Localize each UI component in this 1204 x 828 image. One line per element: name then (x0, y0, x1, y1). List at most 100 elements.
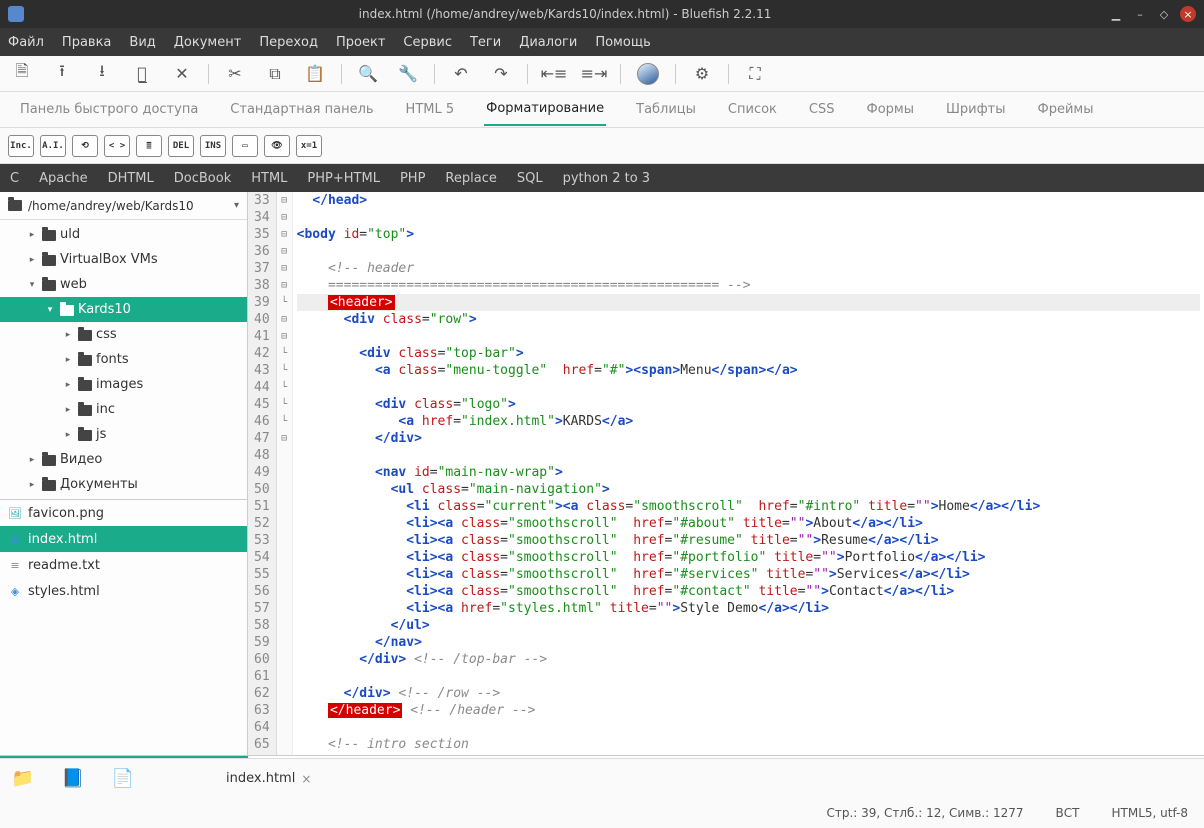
lang-tab[interactable]: DocBook (174, 171, 231, 186)
new-file-icon[interactable]: 🗎 (12, 64, 32, 84)
bookmarks-icon[interactable]: 📘 (62, 768, 84, 790)
lang-tab[interactable]: python 2 to 3 (563, 171, 650, 186)
cut-icon[interactable]: ✂ (225, 64, 245, 84)
menu-Проект[interactable]: Проект (336, 35, 385, 50)
menu-Вид[interactable]: Вид (129, 35, 155, 50)
format-button[interactable]: DEL (168, 135, 194, 157)
file-list: 🖼favicon.png◈index.html≡readme.txt◈style… (0, 499, 247, 604)
folder-tree: ▸uld▸VirtualBox VMs▾web▾Kards10▸css▸font… (0, 220, 247, 499)
lang-tab[interactable]: C (10, 171, 19, 186)
tree-node[interactable]: ▸fonts (0, 347, 247, 372)
format-button[interactable]: ≣ (136, 135, 162, 157)
preferences-icon[interactable]: ⚙ (692, 64, 712, 84)
menu-Помощь[interactable]: Помощь (595, 35, 650, 50)
panel-tab[interactable]: Шрифты (944, 94, 1008, 125)
menu-Правка[interactable]: Правка (62, 35, 111, 50)
save-all-icon[interactable]: ⭳̲ (132, 64, 152, 84)
menu-Теги[interactable]: Теги (470, 35, 501, 50)
search-icon[interactable]: 🔍 (358, 64, 378, 84)
fullscreen-icon[interactable]: ⛶ (745, 64, 765, 84)
panel-tab[interactable]: Фреймы (1036, 94, 1096, 125)
maximize-button[interactable]: ◇ (1156, 6, 1172, 22)
status-bar: Стр.: 39, Стлб.: 12, Симв.: 1277 ВСТ HTM… (0, 798, 1204, 828)
format-button[interactable]: INS (200, 135, 226, 157)
panel-tab[interactable]: Формы (865, 94, 916, 125)
panel-tab[interactable]: Список (726, 94, 779, 125)
panel-tabs: Панель быстрого доступа Стандартная панел… (0, 92, 1204, 128)
format-button[interactable]: ⟲ (72, 135, 98, 157)
format-button[interactable]: 👁 (264, 135, 290, 157)
code-area[interactable]: </head> <body id="top"> <!-- header ====… (293, 192, 1204, 755)
unindent-icon[interactable]: ⇤≡ (544, 64, 564, 84)
panel-tab[interactable]: CSS (807, 94, 837, 125)
tree-node[interactable]: ▸images (0, 372, 247, 397)
menu-Документ[interactable]: Документ (174, 35, 242, 50)
tree-node[interactable]: ▸uld (0, 222, 247, 247)
indent-icon[interactable]: ≡⇥ (584, 64, 604, 84)
open-up-icon[interactable]: ⭱ (52, 64, 72, 84)
menu-Сервис[interactable]: Сервис (403, 35, 452, 50)
menu-Файл[interactable]: Файл (8, 35, 44, 50)
path-selector[interactable]: /home/andrey/web/Kards10 ▾ (0, 192, 247, 220)
lang-tab[interactable]: DHTML (108, 171, 154, 186)
snippets-icon[interactable]: 📄 (112, 768, 134, 790)
editor-tab[interactable]: index.html × (218, 767, 319, 790)
lang-tab[interactable]: Apache (39, 171, 88, 186)
format-button[interactable]: < > (104, 135, 130, 157)
line-gutter: 3334353637383940414243444546474849505152… (248, 192, 277, 755)
lang-tab[interactable]: Replace (445, 171, 496, 186)
lang-tab[interactable]: PHP+HTML (307, 171, 380, 186)
close-button[interactable]: × (1180, 6, 1196, 22)
folder-icon (8, 200, 22, 211)
search-replace-icon[interactable]: 🔧 (398, 64, 418, 84)
save-down-icon[interactable]: ⭳ (92, 64, 112, 84)
titlebar: index.html (/home/andrey/web/Kards10/ind… (0, 0, 1204, 28)
sidebar: /home/andrey/web/Kards10 ▾ ▸uld▸VirtualB… (0, 192, 248, 755)
format-button[interactable]: Inc. (8, 135, 34, 157)
cursor-position: Стр.: 39, Стлб.: 12, Симв.: 1277 (826, 806, 1023, 820)
file-item[interactable]: 🖼favicon.png (0, 500, 247, 526)
copy-icon[interactable]: ⧉ (265, 64, 285, 84)
file-item[interactable]: ◈styles.html (0, 578, 247, 604)
file-browser-icon[interactable]: 📁 (12, 768, 34, 790)
format-toolbar: Inc. A.I. ⟲ < > ≣ DEL INS ▭ 👁 x=1 (0, 128, 1204, 164)
panel-tab[interactable]: Панель быстрого доступа (18, 94, 200, 125)
lang-tab[interactable]: SQL (517, 171, 543, 186)
tree-node[interactable]: ▸inc (0, 397, 247, 422)
chevron-down-icon[interactable]: ▾ (234, 200, 239, 211)
panel-tab[interactable]: Стандартная панель (228, 94, 375, 125)
tree-node[interactable]: ▾web (0, 272, 247, 297)
browser-preview-icon[interactable] (637, 63, 659, 85)
app-icon (8, 6, 24, 22)
format-button[interactable]: ▭ (232, 135, 258, 157)
file-item[interactable]: ◈index.html (0, 526, 247, 552)
lang-tab[interactable]: HTML (251, 171, 287, 186)
undo-icon[interactable]: ↶ (451, 64, 471, 84)
redo-icon[interactable]: ↷ (491, 64, 511, 84)
close-tab-icon[interactable]: × (301, 772, 311, 786)
format-button[interactable]: x=1 (296, 135, 322, 157)
current-path: /home/andrey/web/Kards10 (28, 199, 228, 213)
format-button[interactable]: A.I. (40, 135, 66, 157)
tree-node[interactable]: ▸css (0, 322, 247, 347)
code-editor[interactable]: 3334353637383940414243444546474849505152… (248, 192, 1204, 755)
fold-column[interactable]: ⊟⊟⊟⊟⊟⊟└⊟⊟└└└└└⊟ (277, 192, 293, 755)
tree-node[interactable]: ▸Видео (0, 447, 247, 472)
paste-icon[interactable]: 📋 (305, 64, 325, 84)
menu-Переход[interactable]: Переход (259, 35, 318, 50)
tree-node[interactable]: ▾Kards10 (0, 297, 247, 322)
minimize-button[interactable]: ▁ (1108, 6, 1124, 22)
iconify-button[interactable]: – (1132, 6, 1148, 22)
editor-tab-label: index.html (226, 771, 295, 786)
file-item[interactable]: ≡readme.txt (0, 552, 247, 578)
tree-node[interactable]: ▸js (0, 422, 247, 447)
lang-tab[interactable]: PHP (400, 171, 425, 186)
close-doc-icon[interactable]: ✕ (172, 64, 192, 84)
file-mode: HTML5, utf-8 (1112, 806, 1189, 820)
tree-node[interactable]: ▸VirtualBox VMs (0, 247, 247, 272)
panel-tab[interactable]: Форматирование (484, 93, 606, 126)
panel-tab[interactable]: Таблицы (634, 94, 698, 125)
tree-node[interactable]: ▸Документы (0, 472, 247, 497)
panel-tab[interactable]: HTML 5 (404, 94, 457, 125)
menu-Диалоги[interactable]: Диалоги (519, 35, 577, 50)
